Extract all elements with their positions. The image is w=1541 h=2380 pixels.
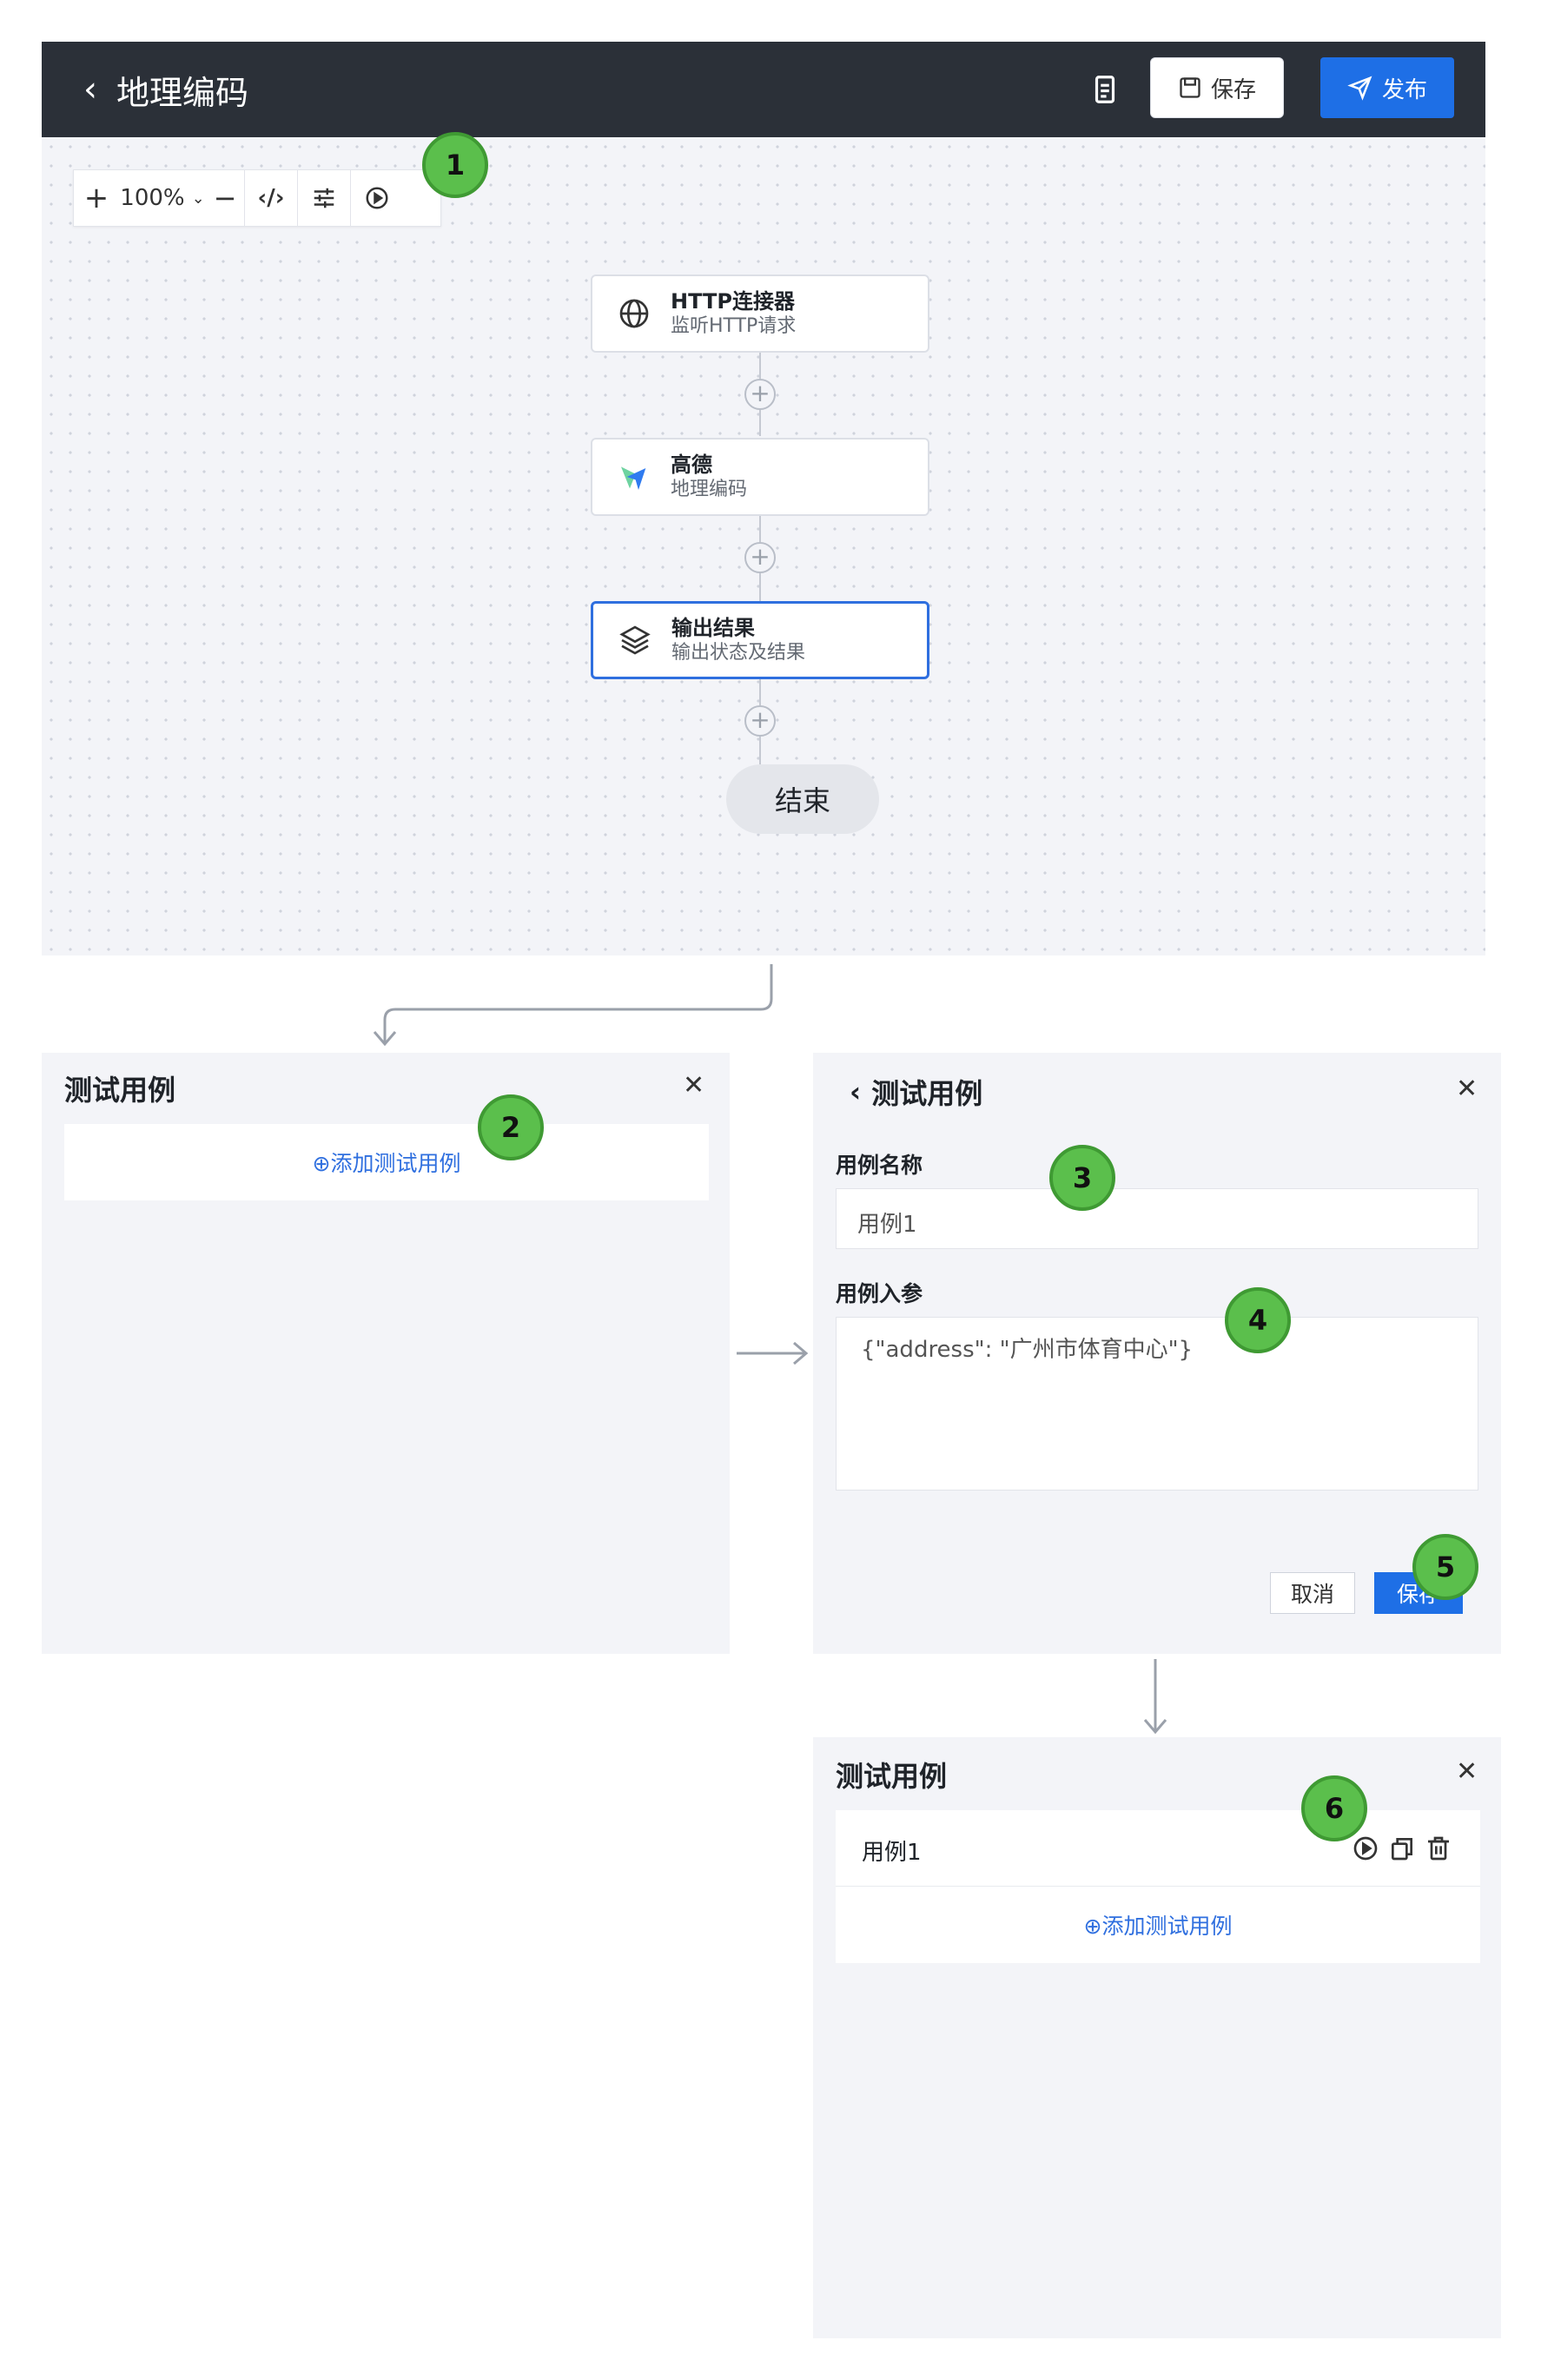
cancel-label: 取消 xyxy=(1290,1582,1334,1607)
play-circle-icon[interactable] xyxy=(1352,1835,1379,1862)
step-badge-2: 2 xyxy=(478,1094,544,1160)
test-case-panel-form: ‹ 测试用例 ✕ 用例名称 用例1 用例入参 {"address": "广州市体… xyxy=(813,1053,1501,1654)
panel-title: 测试用例 xyxy=(836,1760,948,1793)
test-case-row[interactable]: 用例1 xyxy=(836,1810,1480,1887)
add-test-case-card: ⊕添加测试用例 xyxy=(64,1124,709,1200)
copy-icon[interactable] xyxy=(1388,1835,1416,1862)
cancel-button[interactable]: 取消 xyxy=(1270,1572,1355,1614)
step-badge-5: 5 xyxy=(1412,1534,1478,1600)
case-name-input[interactable]: 用例1 xyxy=(836,1188,1478,1249)
step-badge-4: 4 xyxy=(1225,1287,1291,1353)
close-icon[interactable]: ✕ xyxy=(683,1070,704,1101)
add-test-case-link[interactable]: ⊕添加测试用例 xyxy=(313,1147,461,1178)
add-test-case-link[interactable]: ⊕添加测试用例 xyxy=(1084,1909,1233,1940)
case-name-label: 用例名称 xyxy=(836,1153,923,1178)
add-test-case-card: ⊕添加测试用例 xyxy=(836,1887,1480,1963)
step-badge-3: 3 xyxy=(1049,1145,1115,1211)
panel-title: 测试用例 xyxy=(871,1077,983,1110)
case-params-value: {"address": "广州市体育中心"} xyxy=(861,1337,1194,1363)
test-case-panel-empty: 测试用例 ✕ ⊕添加测试用例 xyxy=(42,1053,730,1654)
case-params-textarea[interactable]: {"address": "广州市体育中心"} xyxy=(836,1317,1478,1491)
back-to-list-button[interactable]: ‹ 测试用例 xyxy=(850,1072,982,1112)
panel-title: 测试用例 xyxy=(64,1074,176,1107)
case-params-label: 用例入参 xyxy=(836,1281,923,1306)
case-name-value: 用例1 xyxy=(857,1212,917,1238)
close-icon[interactable]: ✕ xyxy=(1456,1756,1478,1787)
test-case-name: 用例1 xyxy=(862,1840,922,1866)
close-icon[interactable]: ✕ xyxy=(1456,1074,1478,1104)
chevron-left-icon: ‹ xyxy=(850,1075,862,1108)
test-case-panel-list: 测试用例 ✕ 用例1 ⊕添加测试用例 xyxy=(813,1737,1501,2338)
trash-icon[interactable] xyxy=(1425,1835,1452,1862)
step-badge-6: 6 xyxy=(1301,1775,1367,1841)
